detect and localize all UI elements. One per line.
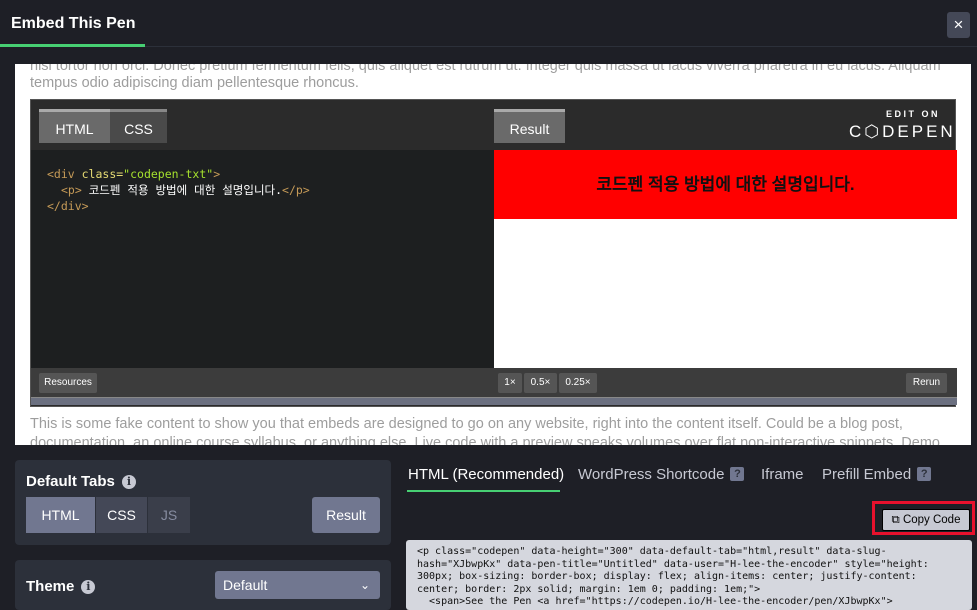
default-tab-js[interactable]: JS (148, 497, 190, 533)
tab-iframe[interactable]: Iframe (761, 466, 804, 483)
codepen-logo[interactable]: C⬡DEPEN (849, 122, 956, 142)
modal-title: Embed This Pen (11, 15, 136, 32)
zoom-05x-button[interactable]: 0.5× (524, 373, 557, 393)
help-icon[interactable]: ? (917, 467, 932, 481)
embed-code-output[interactable]: <p class="codepen" data-height="300" dat… (406, 540, 972, 610)
embed-preview-area: nisi tortor non orci. Donec pretium ferm… (15, 64, 971, 445)
edit-on-label[interactable]: EDIT ON (886, 109, 940, 119)
tab-html-recommended[interactable]: HTML (Recommended) (408, 466, 564, 483)
default-tabs-panel: Default Tabs i HTML CSS JS Result (15, 460, 391, 545)
result-pane: 코드펜 적용 방법에 대한 설명입니다. (494, 150, 957, 368)
code-line: </div> (47, 199, 89, 213)
tab-wordpress-shortcode[interactable]: WordPress Shortcode? (578, 466, 745, 483)
codepen-embed: HTML CSS Result EDIT ON C⬡DEPEN <div cla… (30, 99, 957, 407)
code-editor: <div class="codepen-txt"> <p> 코드펜 적용 방법에… (31, 150, 494, 368)
code-line: <div class="codepen-txt"> (47, 167, 221, 181)
default-tab-result[interactable]: Result (312, 497, 380, 533)
fake-content-text: tempus odio adipiscing diam pellentesque… (30, 75, 359, 91)
info-icon[interactable]: i (81, 580, 96, 594)
chevron-down-icon: ⌄ (359, 578, 370, 592)
fake-content-text: documentation, an online course syllabus… (30, 435, 940, 445)
theme-select[interactable]: Default ⌄ (215, 571, 380, 599)
modal-header: Embed This Pen × (0, 0, 977, 47)
theme-panel: Theme i Default ⌄ (15, 560, 391, 610)
zoom-1x-button[interactable]: 1× (498, 373, 522, 393)
fake-content-text: This is some fake content to show you th… (30, 416, 903, 432)
title-underline (0, 44, 145, 47)
zoom-025x-button[interactable]: 0.25× (559, 373, 597, 393)
embed-tab-result[interactable]: Result (494, 109, 565, 143)
rerun-button[interactable]: Rerun (906, 373, 947, 393)
close-button[interactable]: × (947, 12, 970, 38)
tab-prefill-embed[interactable]: Prefill Embed? (822, 466, 932, 483)
copy-code-button[interactable]: ⧉ Copy Code (882, 509, 970, 531)
embed-tab-css[interactable]: CSS (110, 109, 167, 143)
result-text: 코드펜 적용 방법에 대한 설명입니다. (494, 150, 957, 219)
info-icon[interactable]: i (121, 475, 136, 489)
copy-icon: ⧉ (891, 514, 900, 526)
default-tabs-title: Default Tabs i (26, 473, 136, 490)
embed-tab-html[interactable]: HTML (39, 109, 110, 143)
theme-title: Theme i (26, 578, 96, 595)
default-tab-css[interactable]: CSS (96, 497, 147, 533)
embed-footer: Resources 1× 0.5× 0.25× Rerun (31, 368, 957, 397)
embed-bottom-bar (31, 397, 957, 405)
active-tab-underline (407, 490, 560, 492)
code-line: <p> 코드펜 적용 방법에 대한 설명입니다.</p> (61, 183, 310, 197)
default-tab-html[interactable]: HTML (26, 497, 95, 533)
resources-button[interactable]: Resources (39, 373, 97, 393)
help-icon[interactable]: ? (730, 467, 745, 481)
